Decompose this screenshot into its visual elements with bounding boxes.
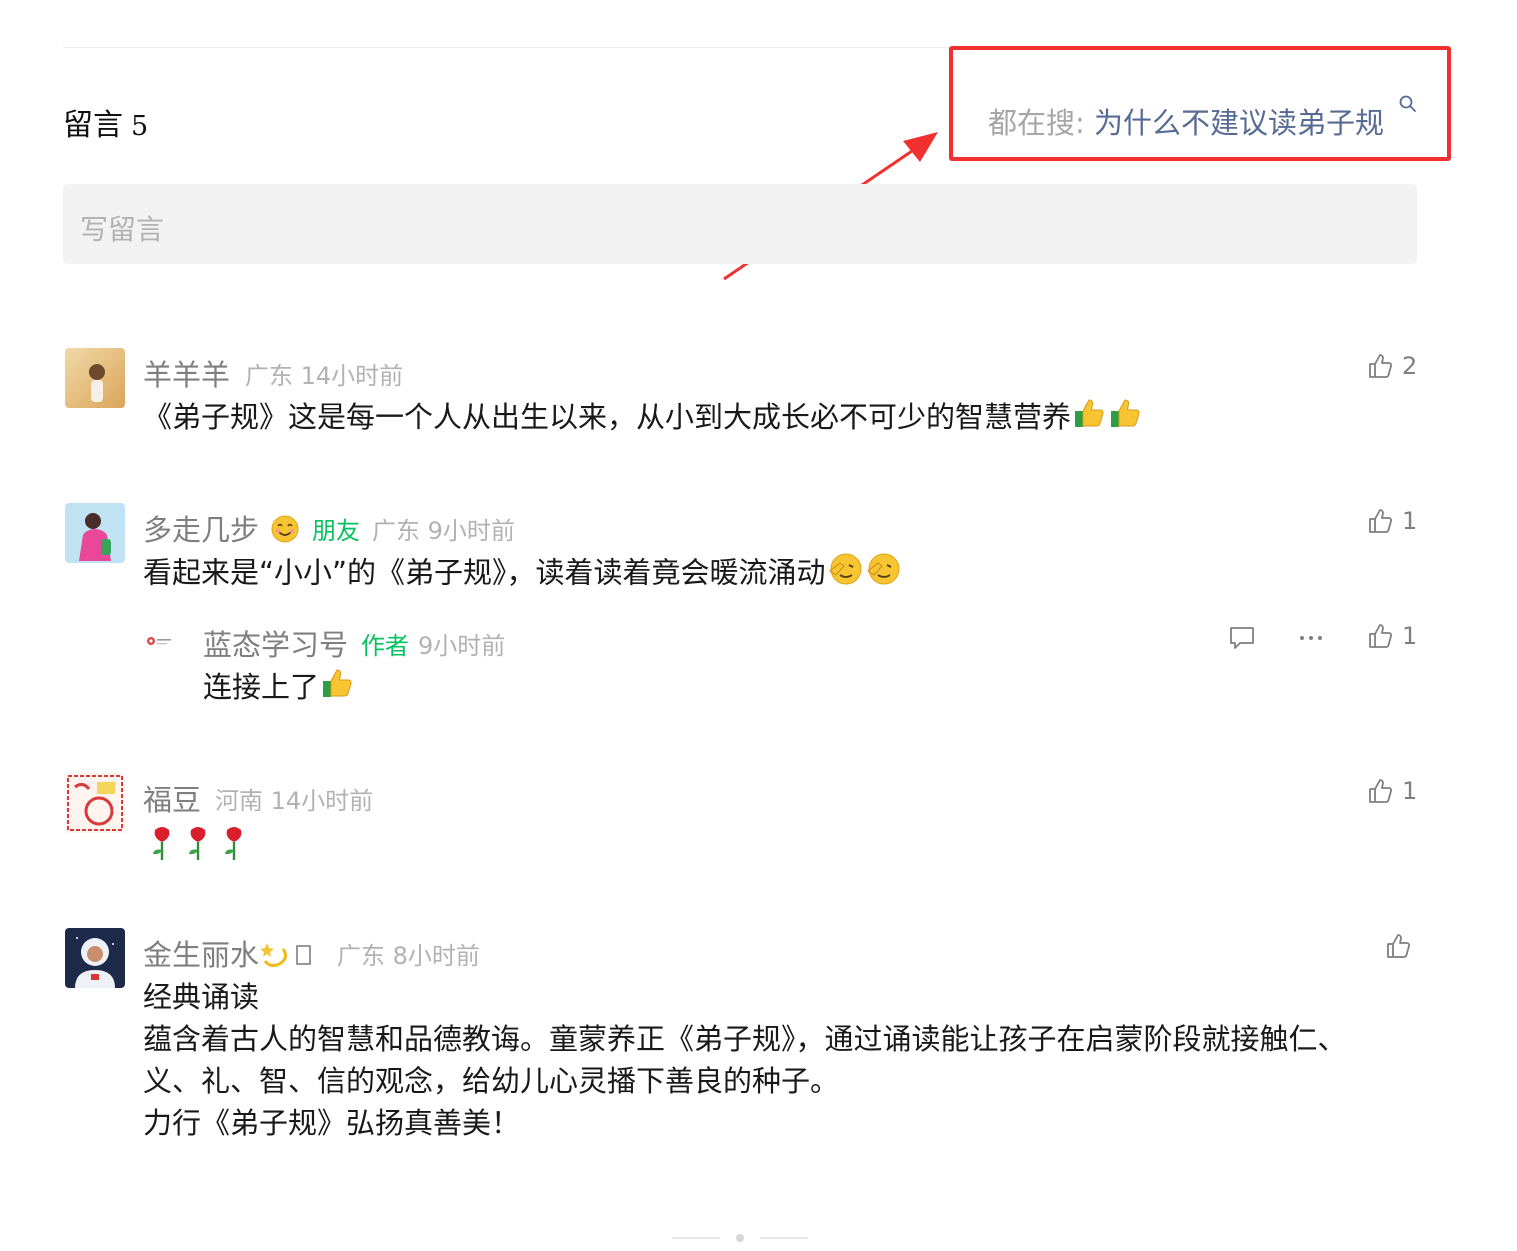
comment-time: 14小时前	[270, 787, 374, 815]
dizzy-star-icon	[260, 939, 293, 976]
comment-line: 力行《弟子规》弘扬真善美！	[143, 1106, 521, 1140]
reply-time: 9小时前	[418, 632, 506, 660]
annotation-highlight-box	[949, 46, 1451, 161]
comment-location: 广东	[372, 517, 420, 545]
comment-meta: 河南 14小时前	[215, 781, 373, 816]
like-button[interactable]: 1	[1366, 777, 1417, 805]
avatar-image	[65, 503, 125, 563]
loading-bar-left	[672, 1237, 720, 1239]
thumbs-up-emoji-icon	[1073, 397, 1107, 442]
rose-emoji-icon	[181, 824, 215, 873]
like-button[interactable]: 1	[1366, 622, 1417, 650]
comment-meta: 广东 9小时前	[372, 511, 515, 546]
smiling-face-icon	[270, 514, 300, 551]
like-button[interactable]: 2	[1366, 352, 1417, 380]
write-comment-placeholder: 写留言	[80, 213, 165, 246]
comment-text: 《弟子规》这是每一个人从出生以来，从小到大成长必不可少的智慧营养	[143, 396, 1143, 442]
thumbs-up-icon	[1369, 779, 1393, 803]
like-count: 1	[1402, 622, 1418, 650]
comment-time: 14小时前	[300, 362, 404, 390]
comment-body: 看起来是“小小”的《弟子规》，读着读着竟会暖流涌动	[143, 555, 826, 590]
thumbs-up-icon	[1387, 934, 1411, 958]
missing-glyph-icon	[295, 940, 313, 974]
avatar[interactable]	[65, 348, 125, 408]
comment-line: 义、礼、智、信的观念，给幼儿心灵播下善良的种子。	[143, 1064, 840, 1098]
reply-author-name[interactable]: 蓝态学习号	[203, 622, 348, 664]
comment-line: 蕴含着古人的智慧和品德教诲。童蒙养正《弟子规》，通过诵读能让孩子在启蒙阶段就接触…	[143, 1022, 1347, 1056]
comment-location: 广东	[337, 942, 385, 970]
friend-badge: 朋友	[312, 517, 360, 545]
comment-author-name-text: 多走几步	[143, 513, 260, 547]
comment-location: 广东	[245, 362, 293, 390]
salute-emoji-icon	[866, 551, 902, 598]
like-count: 1	[1402, 507, 1418, 535]
comment-author-name[interactable]: 福豆	[143, 777, 201, 819]
like-count: 2	[1402, 352, 1418, 380]
loading-bar-right	[760, 1237, 808, 1239]
comment-text: 经典诵读 蕴含着古人的智慧和品德教诲。童蒙养正《弟子规》，通过诵读能让孩子在启蒙…	[143, 976, 1347, 1144]
avatar[interactable]	[65, 773, 125, 833]
author-badge: 作者	[361, 632, 409, 660]
reply-text: 连接上了	[203, 666, 355, 712]
thumbs-up-icon	[1369, 509, 1393, 533]
rose-emoji-icon	[145, 824, 179, 873]
comment-author-name[interactable]: 金生丽水	[143, 932, 313, 976]
like-button[interactable]	[1384, 932, 1412, 960]
thumbs-up-emoji-icon	[321, 667, 355, 712]
thumbs-up-icon	[1369, 624, 1393, 648]
salute-emoji-icon	[828, 551, 864, 598]
comment-meta: 广东 8小时前	[337, 936, 480, 971]
like-button[interactable]: 1	[1366, 507, 1417, 535]
comment-line: 经典诵读	[143, 980, 260, 1014]
avatar-image	[65, 348, 125, 408]
comment-author-name[interactable]: 羊羊羊	[143, 352, 230, 394]
comments-header: 留言 5	[63, 100, 148, 144]
avatar[interactable]	[65, 928, 125, 988]
reply-avatar[interactable]	[143, 628, 173, 658]
comment-time: 8小时前	[392, 942, 480, 970]
avatar-image	[143, 628, 173, 658]
comment-author-name[interactable]: 多走几步	[143, 507, 300, 551]
comment-text	[143, 824, 251, 873]
comment-location: 河南	[215, 787, 263, 815]
like-count: 1	[1402, 777, 1418, 805]
thumbs-up-icon	[1369, 354, 1393, 378]
reply-body: 连接上了	[203, 670, 320, 704]
reply-comment-button[interactable]	[1228, 624, 1256, 652]
comment-meta: 广东 14小时前	[245, 356, 403, 391]
comment-author-name-text: 金生丽水	[143, 938, 260, 972]
comments-title: 留言	[63, 108, 123, 143]
more-options-button[interactable]	[1297, 624, 1325, 652]
write-comment-input[interactable]: 写留言	[63, 184, 1417, 264]
avatar-image	[65, 928, 125, 988]
avatar[interactable]	[65, 503, 125, 563]
rose-emoji-icon	[217, 824, 251, 873]
comment-text: 看起来是“小小”的《弟子规》，读着读着竟会暖流涌动	[143, 551, 902, 598]
comment-bubble-icon	[1230, 627, 1254, 649]
more-dots-icon	[1300, 636, 1322, 640]
loading-dot	[736, 1234, 744, 1242]
comment-time: 9小时前	[427, 517, 515, 545]
comments-count: 5	[131, 111, 149, 142]
comment-body: 《弟子规》这是每一个人从出生以来，从小到大成长必不可少的智慧营养	[143, 400, 1072, 434]
avatar-image	[65, 773, 125, 833]
thumbs-up-emoji-icon	[1109, 397, 1143, 442]
